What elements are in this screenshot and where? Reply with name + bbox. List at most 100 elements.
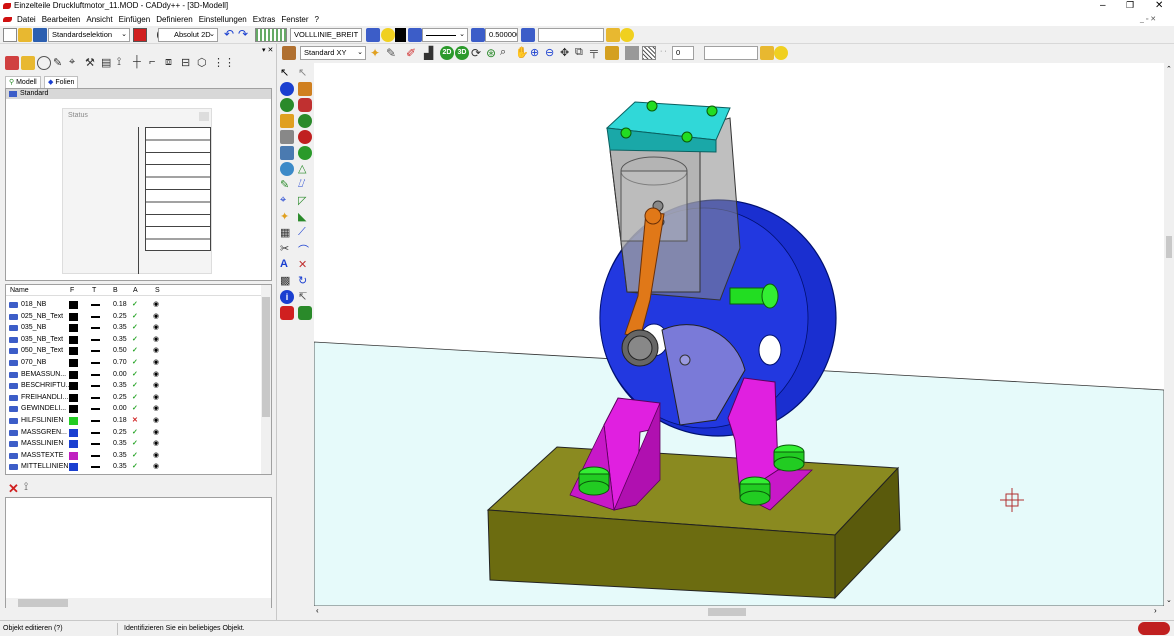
layer-line-type[interactable] — [91, 327, 100, 330]
layer-row[interactable]: FREIHANDLI... 0.25 ✓ ◉ — [6, 392, 261, 404]
text-tool-icon[interactable]: A — [280, 258, 294, 272]
eye-icon[interactable]: ◉ — [153, 369, 159, 381]
properties-hscroll[interactable] — [6, 598, 271, 608]
layer-color-swatch[interactable] — [69, 347, 78, 356]
eye-icon[interactable]: ◉ — [153, 311, 159, 323]
layer-row[interactable]: MITTELLINIEN 0.35 ✓ ◉ — [6, 461, 261, 473]
layer-color-swatch[interactable] — [69, 359, 78, 367]
zoom-all-icon[interactable]: ✥ — [560, 46, 574, 60]
layer-line-type[interactable] — [91, 420, 100, 422]
eye-icon[interactable]: ◉ — [153, 392, 159, 404]
panel-tool-3-icon[interactable] — [37, 56, 51, 70]
layer-row[interactable]: 035_NB_Text 0.35 ✓ ◉ — [6, 334, 261, 346]
layer-width[interactable]: 0.25 — [113, 427, 127, 439]
pin-icon[interactable]: ⟟ — [24, 481, 28, 494]
triangle-icon[interactable]: △ — [298, 162, 312, 176]
cube-icon[interactable] — [605, 46, 619, 60]
bulb-icon[interactable] — [381, 28, 395, 42]
edit-icon[interactable] — [280, 114, 294, 128]
layer-row[interactable]: MASSGREN... 0.25 ✓ ◉ — [6, 427, 261, 439]
eye-icon[interactable]: ◉ — [153, 415, 159, 427]
cross-icon[interactable]: ✕ — [132, 415, 138, 427]
panel-tool-4-icon[interactable]: ✎ — [53, 56, 67, 70]
layer-color-swatch[interactable] — [69, 382, 78, 391]
layer-width[interactable]: 0.50 — [113, 345, 127, 357]
rotate-icon[interactable]: ⟳ — [471, 46, 485, 60]
check-icon[interactable]: ✓ — [132, 299, 138, 311]
cross-tool-icon[interactable]: ✕ — [298, 258, 312, 272]
layer-line-type[interactable] — [91, 338, 100, 341]
layer-width[interactable]: 0.25 — [113, 311, 127, 323]
ball-icon[interactable] — [298, 114, 312, 128]
check-icon[interactable]: ✓ — [132, 438, 138, 450]
redo-icon[interactable]: ↷ — [238, 27, 248, 41]
col-s[interactable]: S — [155, 285, 160, 296]
eye-icon[interactable]: ◉ — [153, 322, 159, 334]
zoom-out-icon[interactable]: ⊖ — [545, 46, 559, 60]
folder2-icon[interactable] — [760, 46, 774, 60]
menu-extras[interactable]: Extras — [250, 13, 279, 26]
status-close-button[interactable] — [199, 112, 209, 121]
delete-icon[interactable]: ✕ — [8, 481, 19, 497]
layer-color-swatch[interactable] — [69, 301, 78, 309]
layer-color-swatch[interactable] — [69, 463, 78, 472]
layer-line-type[interactable] — [91, 385, 100, 388]
check-icon[interactable]: ✓ — [132, 345, 138, 357]
view-3d-button[interactable]: 3D — [455, 46, 469, 60]
shapes-icon[interactable] — [298, 98, 312, 112]
eye-icon[interactable]: ◉ — [153, 380, 159, 392]
toolbar1-text-input[interactable] — [538, 28, 604, 42]
hatch-tool-icon[interactable]: ▦ — [280, 226, 294, 240]
layer-width[interactable]: 0.25 — [113, 392, 127, 404]
lightbulb-icon[interactable] — [620, 28, 634, 42]
col-b[interactable]: B — [113, 285, 118, 296]
menu-einfuegen[interactable]: Einfügen — [116, 13, 154, 26]
hscroll-thumb[interactable] — [708, 608, 746, 616]
line-tool-icon[interactable]: ⟋ — [298, 226, 312, 240]
sphere-icon[interactable] — [280, 82, 294, 96]
color-swatch[interactable] — [395, 28, 406, 42]
star-tool-icon[interactable]: ✦ — [280, 210, 294, 224]
menu-bearbeiten[interactable]: Bearbeiten — [39, 13, 84, 26]
layer-width[interactable]: 0.18 — [113, 415, 127, 427]
check-icon[interactable]: ✓ — [132, 450, 138, 462]
restore-icon[interactable]: ❐ — [1126, 0, 1134, 11]
col-t[interactable]: T — [92, 285, 96, 296]
panel-tool-7-icon[interactable]: ▤ — [101, 56, 115, 70]
panel-tool-2-icon[interactable] — [21, 56, 35, 70]
line-type-select[interactable]: VOLLLINIE_BREIT — [290, 28, 362, 42]
pattern-icon[interactable]: ▩ — [280, 274, 294, 288]
layer-row[interactable]: 025_NB_Text 0.25 ✓ ◉ — [6, 311, 261, 323]
layer-width[interactable]: 0.35 — [113, 322, 127, 334]
layer-color-swatch[interactable] — [69, 393, 78, 402]
spiral-icon[interactable]: ↻ — [298, 274, 312, 288]
eye-icon[interactable]: ◉ — [153, 450, 159, 462]
measure-icon[interactable] — [280, 130, 294, 144]
pan-hand-icon[interactable]: ✋ — [515, 46, 529, 60]
layer-color-swatch[interactable] — [69, 324, 78, 333]
cone-icon[interactable] — [298, 146, 312, 160]
check-icon[interactable]: ✓ — [132, 322, 138, 334]
panel-tool-8-icon[interactable]: ⟟ — [117, 56, 131, 70]
layer-row[interactable]: GEWINDELI... 0.00 ✓ ◉ — [6, 403, 261, 415]
check-icon[interactable]: ✓ — [132, 334, 138, 346]
layer-width[interactable]: 0.35 — [113, 438, 127, 450]
coord-mode-select[interactable]: Absolut 2D ⌄ — [158, 28, 218, 42]
layer-row[interactable]: 018_NB 0.18 ✓ ◉ — [6, 299, 261, 311]
shade-icon[interactable] — [625, 46, 639, 60]
close-icon[interactable]: ✕ — [1155, 0, 1163, 11]
rotate-tool-icon[interactable] — [280, 162, 294, 176]
mdi-controls[interactable]: _ ▫ ✕ — [1140, 15, 1156, 23]
viewport-hscroll[interactable]: ‹ › — [314, 606, 1164, 618]
layer-width[interactable]: 0.00 — [113, 369, 127, 381]
layer-line-type[interactable] — [91, 431, 100, 434]
layer-icon-2[interactable] — [408, 28, 422, 42]
layer-row[interactable]: MASSTEXTE 0.35 ✓ ◉ — [6, 450, 261, 462]
panel-tool-11-icon[interactable]: ⧈ — [165, 56, 179, 70]
layer-color-swatch[interactable] — [69, 370, 78, 379]
check-icon[interactable]: ✓ — [132, 461, 138, 473]
check-icon[interactable]: ✓ — [132, 392, 138, 404]
panel-tool-14-icon[interactable]: ⋮⋮ — [213, 56, 235, 70]
minimize-icon[interactable]: – — [1100, 0, 1106, 11]
new-file-icon[interactable] — [3, 28, 17, 42]
